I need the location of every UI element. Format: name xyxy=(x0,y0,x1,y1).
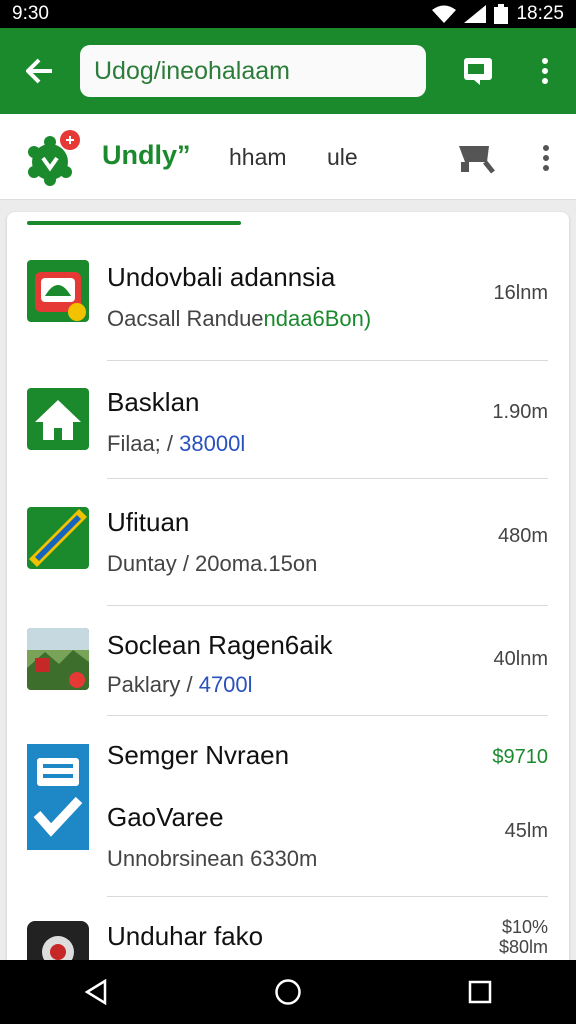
site-header: Undly” hham ule xyxy=(0,114,576,200)
more-vertical-icon xyxy=(543,145,549,171)
site-menu-button[interactable] xyxy=(524,136,568,180)
nav-link-1[interactable]: hham xyxy=(229,144,287,171)
battery-icon xyxy=(494,4,509,24)
item-title: Soclean Ragen6aik xyxy=(107,630,333,660)
square-recents-icon xyxy=(468,980,492,1004)
nav-recents-button[interactable] xyxy=(450,962,510,1022)
item-meta: 16lnm xyxy=(493,282,548,304)
nav-home-button[interactable] xyxy=(258,962,318,1022)
item-title: Unduhar fako xyxy=(107,921,264,951)
triangle-back-icon xyxy=(84,979,107,1005)
system-nav-bar xyxy=(0,960,576,1024)
browser-menu-button[interactable] xyxy=(520,28,570,114)
list-item[interactable]: Semger Nvraen GaoVaree Unnobrsinean 6330… xyxy=(7,716,569,896)
tabs-button[interactable] xyxy=(453,28,503,114)
item-title: Basklan xyxy=(107,387,200,417)
item-subtitle: Filaa; / 38000l xyxy=(107,431,246,456)
list-item[interactable]: Soclean Ragen6aik Paklary / 4700l 40lnm xyxy=(7,606,569,716)
url-input[interactable] xyxy=(80,45,426,97)
item-title-secondary: GaoVaree xyxy=(107,802,224,832)
list-item[interactable]: Ufituan Duntay / 20oma.15on 480m xyxy=(7,479,569,605)
ticket-icon xyxy=(27,507,89,569)
item-price: $10% xyxy=(501,917,548,937)
item-subtitle: Unnobrsinean 6330m xyxy=(107,846,318,871)
more-vertical-icon xyxy=(542,58,548,84)
gear-logo-icon xyxy=(28,130,80,186)
item-subtitle: Duntay / 20oma.15on xyxy=(107,551,318,576)
wifi-icon xyxy=(432,5,457,23)
app-badge-icon xyxy=(27,260,89,322)
status-time-right: 18:25 xyxy=(516,3,564,24)
nav-back-button[interactable] xyxy=(66,962,126,1022)
item-title: Undovbali adannsia xyxy=(107,262,336,292)
back-button[interactable] xyxy=(0,28,80,114)
nav-link-2[interactable]: ule xyxy=(327,144,358,171)
status-icons: 18:25 xyxy=(432,3,564,25)
item-meta: 45lm xyxy=(504,820,548,842)
list-item[interactable]: Undovbali adannsia Oacsall Randuendaa6Bo… xyxy=(7,212,569,362)
checklist-icon xyxy=(27,744,89,850)
tabs-icon xyxy=(464,58,492,85)
site-name[interactable]: Undly” xyxy=(102,140,191,171)
status-time-left: 9:30 xyxy=(12,3,49,24)
item-meta: $80lm xyxy=(498,937,548,957)
site-logo[interactable] xyxy=(24,128,84,188)
item-meta: 1.90m xyxy=(492,401,548,423)
status-bar: 9:30 18:25 xyxy=(0,0,576,28)
item-title: Ufituan xyxy=(107,507,190,537)
circle-home-icon xyxy=(275,979,301,1005)
house-icon xyxy=(27,388,89,450)
item-meta: 480m xyxy=(497,525,548,547)
photo-thumbnail xyxy=(27,628,89,690)
item-title: Semger Nvraen xyxy=(107,740,290,770)
item-subtitle: Oacsall Randuendaa6Bon) xyxy=(107,306,372,331)
list-item[interactable]: Basklan Filaa; / 38000l 1.90m xyxy=(7,361,569,479)
results-card: Undovbali adannsia Oacsall Randuendaa6Bo… xyxy=(7,212,569,972)
item-price: $9710 xyxy=(492,746,548,768)
cart-icon xyxy=(459,146,495,174)
signal-icon xyxy=(464,5,487,23)
item-meta: 40lnm xyxy=(493,648,548,670)
arrow-left-icon xyxy=(26,58,52,84)
cart-button[interactable] xyxy=(454,136,498,180)
item-subtitle: Paklary / 4700l xyxy=(107,672,253,697)
